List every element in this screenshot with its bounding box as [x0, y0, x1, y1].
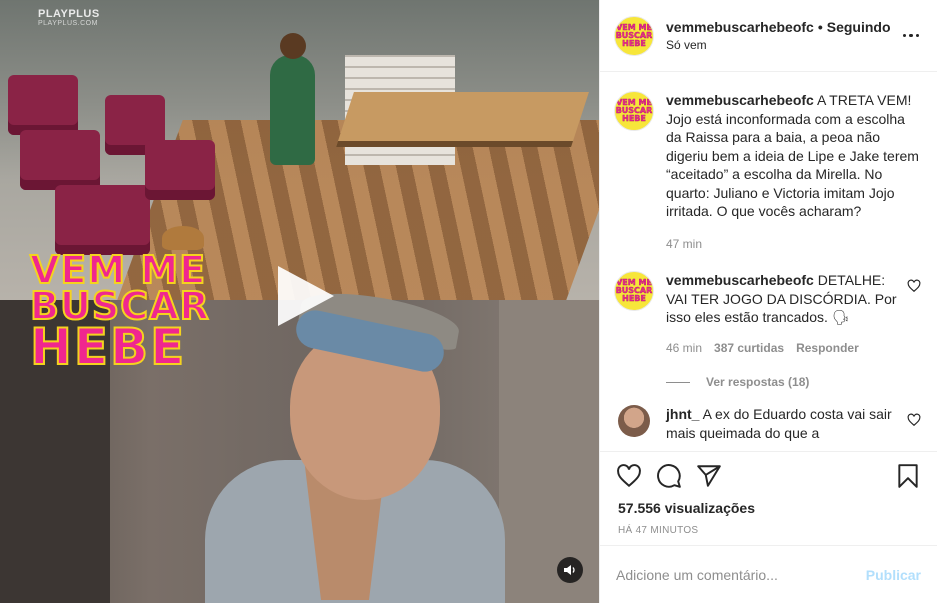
header-subtitle: Só vem	[666, 38, 707, 52]
wall-right	[499, 300, 599, 603]
caption-time[interactable]: 47 min	[666, 235, 702, 254]
avatar[interactable]: VEM ME BUSCAR HEBE	[614, 271, 654, 311]
video-player[interactable]: PLAYPLUS PLAYPLUS.COM VEM ME BUSCAR HEBE	[0, 0, 599, 603]
view-replies-button[interactable]: Ver respostas (18)	[666, 375, 921, 389]
comment-item: jhnt_ A ex do Eduardo costa vai sair mai…	[614, 405, 921, 442]
chair	[8, 75, 78, 135]
publish-button[interactable]: Publicar	[866, 567, 921, 583]
separator-dot: •	[817, 19, 823, 35]
comment-time[interactable]: 46 min	[666, 339, 702, 358]
comment-username[interactable]: jhnt_	[666, 406, 699, 422]
chair	[20, 130, 100, 190]
avatar[interactable]	[618, 405, 650, 437]
caption: VEM ME BUSCAR HEBE vemmebuscarhebeofc A …	[614, 91, 921, 253]
caption-username[interactable]: vemmebuscarhebeofc	[666, 92, 814, 108]
views-count[interactable]: 57.556 visualizações	[616, 500, 921, 516]
comment-input[interactable]	[616, 566, 866, 583]
header-username[interactable]: vemmebuscarhebeofc	[666, 19, 814, 35]
post-side-panel: VEM ME BUSCAR HEBE vemmebuscarhebeofc • Se…	[599, 0, 937, 603]
comment-text: A ex do Eduardo costa vai sair mais quei…	[666, 406, 892, 441]
avatar-logo-line: HEBE	[622, 294, 646, 303]
following-button[interactable]: Seguindo	[827, 19, 891, 35]
avatar-logo-line: HEBE	[622, 114, 646, 123]
post-actions: 57.556 visualizações HÁ 47 MINUTOS	[600, 451, 937, 536]
comment-likes[interactable]: 387 curtidas	[714, 339, 784, 358]
comment-like-heart-icon[interactable]	[907, 279, 921, 293]
play-icon[interactable]	[270, 262, 338, 330]
bookmark-icon[interactable]	[895, 463, 921, 489]
chair	[145, 140, 215, 200]
replies-divider	[666, 381, 690, 383]
cowboy-hat-icon	[162, 226, 204, 250]
more-horizontal-icon[interactable]	[901, 26, 921, 46]
caption-text: A TRETA VEM! Jojo está inconformada com …	[666, 92, 919, 219]
share-icon[interactable]	[696, 463, 722, 489]
add-comment-bar: Publicar	[600, 545, 937, 603]
avatar-logo-line: HEBE	[622, 38, 646, 48]
chair	[55, 185, 150, 255]
reply-button[interactable]: Responder	[796, 339, 859, 358]
avatar[interactable]: VEM ME BUSCAR HEBE	[614, 91, 654, 131]
comments-list[interactable]: VEM ME BUSCAR HEBE vemmebuscarhebeofc A …	[600, 73, 937, 451]
heart-icon[interactable]	[616, 463, 642, 489]
comment-like-heart-icon[interactable]	[907, 413, 921, 427]
post-dialog: PLAYPLUS PLAYPLUS.COM VEM ME BUSCAR HEBE	[0, 0, 937, 603]
kitchen-table	[336, 92, 589, 147]
post-header: VEM ME BUSCAR HEBE vemmebuscarhebeofc • Se…	[600, 0, 937, 72]
comment-icon[interactable]	[656, 463, 682, 489]
vem-me-buscar-hebe-logo: VEM ME BUSCAR HEBE	[29, 248, 210, 377]
playplus-watermark: PLAYPLUS PLAYPLUS.COM	[38, 8, 100, 27]
comment-item: VEM ME BUSCAR HEBE vemmebuscarhebeofc DE…	[614, 271, 921, 357]
person-figure	[270, 33, 315, 165]
comment-username[interactable]: vemmebuscarhebeofc	[666, 272, 814, 288]
view-replies-label: Ver respostas (18)	[706, 375, 810, 389]
avatar[interactable]: VEM ME BUSCAR HEBE	[614, 15, 654, 56]
speaker-icon[interactable]	[557, 557, 583, 583]
posted-time[interactable]: HÁ 47 MINUTOS	[616, 525, 921, 536]
